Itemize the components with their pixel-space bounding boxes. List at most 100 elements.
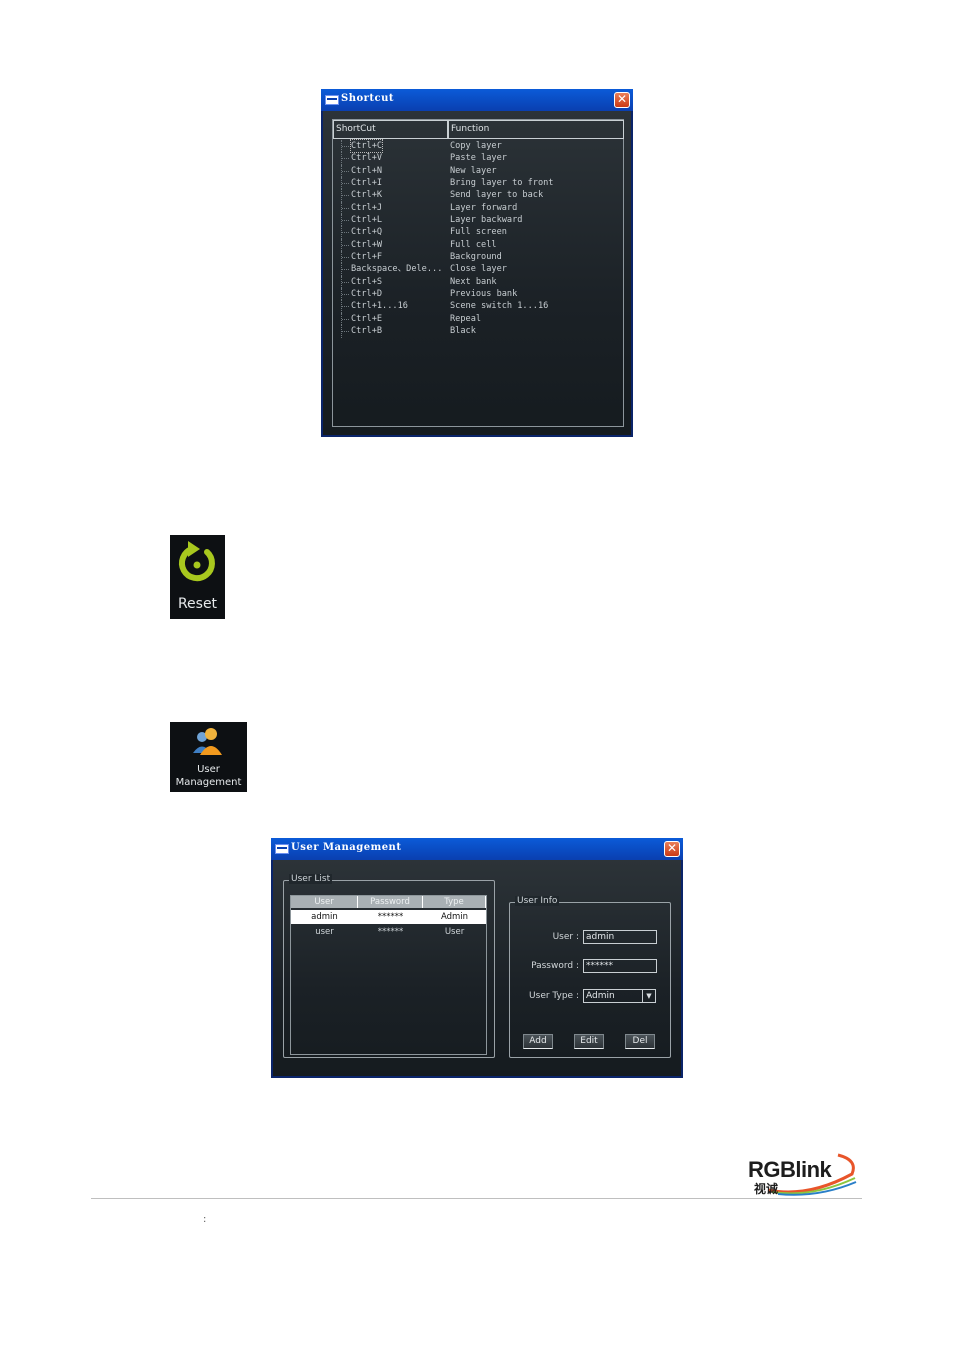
cell-password: ****** [377,912,404,922]
cell-type: User [444,927,465,937]
tree-branch [342,232,349,234]
shortcut-key: Ctrl+S [351,276,383,287]
tree-branch [342,207,349,209]
tree-branch [342,195,349,197]
user-management-client: User List User Password Type admin *****… [273,860,681,1076]
user-info-group: User Info User : admin Password : ******… [509,896,671,1058]
reset-label: Reset [177,596,218,612]
shortcut-key: Ctrl+Q [351,227,383,238]
shortcut-key: Ctrl+V [351,153,383,164]
tree-branch [342,306,349,308]
password-field[interactable]: ****** [583,959,657,973]
shortcut-key: Ctrl+N [351,165,383,176]
shortcut-key: Ctrl+B [351,326,383,337]
shortcut-function: Background [450,252,502,263]
user-field-label: User : [552,932,579,942]
shortcut-row[interactable]: Ctrl+V Paste layer [333,152,623,165]
shortcut-row[interactable]: Ctrl+J Layer forward [333,201,623,215]
shortcut-function: Copy layer [450,141,502,151]
user-management-label-line2: Management [175,777,242,788]
close-icon[interactable]: ✕ [614,92,630,108]
user-info-label: User Info [515,896,560,906]
table-row[interactable]: user ****** User [291,925,486,939]
column-header-type[interactable]: Type [423,896,486,908]
del-button[interactable]: Del [625,1034,655,1049]
shortcut-row[interactable]: Backspace、Dele... Close layer [333,263,623,276]
shortcut-function: Full screen [450,227,507,238]
chevron-down-icon[interactable]: ▼ [642,990,655,1002]
shortcut-row[interactable]: Ctrl+1...16 Scene switch 1...16 [333,300,623,313]
reset-icon [178,541,215,582]
shortcut-function: Send layer to back [450,190,544,201]
tree-branch [342,257,349,259]
users-icon [193,728,222,755]
shortcut-key: Backspace、Dele... [351,264,443,275]
shortcut-function: Layer forward [450,202,518,213]
shortcut-key: Ctrl+K [351,190,383,201]
shortcut-row[interactable]: Ctrl+W Full cell [333,238,623,252]
tree-branch [342,331,349,333]
shortcut-row[interactable]: Ctrl+S Next bank [333,275,623,289]
user-type-value: Admin [586,991,615,1001]
shortcut-function: Next bank [450,276,497,287]
shortcut-key: Ctrl+I [351,178,383,189]
shortcut-row[interactable]: Ctrl+D Previous bank [333,288,623,301]
close-icon[interactable]: ✕ [664,841,680,857]
table-row[interactable]: admin ****** Admin [291,910,486,924]
cell-user: user [315,927,334,937]
shortcut-row[interactable]: Ctrl+I Bring layer to front [333,177,623,190]
tree-branch [342,220,349,222]
shortcut-row[interactable]: Ctrl+L Layer backward [333,214,623,227]
shortcut-key: Ctrl+C [349,139,384,153]
tree-branch [342,281,349,283]
shortcut-function: Previous bank [450,289,518,300]
user-list-table: User Password Type admin ****** Admin us… [290,895,487,1055]
shortcut-function: Black [450,326,476,337]
shortcut-row[interactable]: Ctrl+B Black [333,325,623,338]
shortcut-window: Shortcut ✕ ShortCut Function Ctrl+C Copy … [321,89,633,437]
add-button[interactable]: Add [523,1034,553,1049]
shortcut-function: Repeal [450,313,482,324]
user-type-select[interactable]: Admin ▼ [583,989,656,1003]
tree-branch [342,294,349,296]
shortcut-row[interactable]: Ctrl+N New layer [333,164,623,178]
shortcut-key: Ctrl+W [351,239,383,250]
window-icon [275,844,289,854]
reset-button[interactable]: Reset [170,535,225,619]
shortcut-table: ShortCut Function Ctrl+C Copy layer Ctrl+V… [332,119,624,427]
logo-subtext: 视诚 [754,1182,779,1196]
shortcut-row[interactable]: Ctrl+K Send layer to back [333,189,623,202]
shortcut-key: Ctrl+J [351,202,383,213]
user-management-label-line1: User [197,764,220,775]
user-field[interactable]: admin [583,930,657,944]
rgblink-logo: RGBlink 视诚 [748,1152,860,1196]
user-management-button[interactable]: User Management [170,722,247,792]
edit-button[interactable]: Edit [574,1034,604,1049]
column-header-function[interactable]: Function [448,120,624,139]
shortcut-key: Ctrl+F [351,252,383,263]
user-list-group: User List User Password Type admin *****… [283,874,495,1058]
user-management-titlebar[interactable]: User Management ✕ [271,838,683,860]
shortcut-window-title: Shortcut [341,93,395,104]
shortcut-function: Full cell [450,239,497,250]
shortcut-row[interactable]: Ctrl+Q Full screen [333,226,623,239]
column-header-user[interactable]: User [291,896,358,908]
tree-branch [342,146,349,147]
user-type-label: User Type : [529,991,579,1001]
footer-divider [91,1198,862,1199]
column-header-shortcut[interactable]: ShortCut [333,120,448,139]
shortcut-row[interactable]: Ctrl+C Copy layer [333,139,623,153]
user-management-window: User Management ✕ User List User Passwor… [271,838,683,1078]
password-field-label: Password : [531,961,579,971]
tree-branch [342,244,349,246]
column-header-password[interactable]: Password [358,896,423,908]
shortcut-rows: Ctrl+C Copy layer Ctrl+V Paste layer Ctrl+N N… [333,139,623,338]
footer-colon: : [203,1214,207,1225]
shortcut-function: Layer backward [450,215,523,226]
shortcut-row[interactable]: Ctrl+E Repeal [333,312,623,326]
shortcut-client: ShortCut Function Ctrl+C Copy layer Ctrl+V… [323,111,631,435]
shortcut-titlebar[interactable]: Shortcut ✕ [321,89,633,111]
shortcut-row[interactable]: Ctrl+F Background [333,251,623,264]
shortcut-key: Ctrl+E [351,313,383,324]
window-icon [325,95,339,105]
